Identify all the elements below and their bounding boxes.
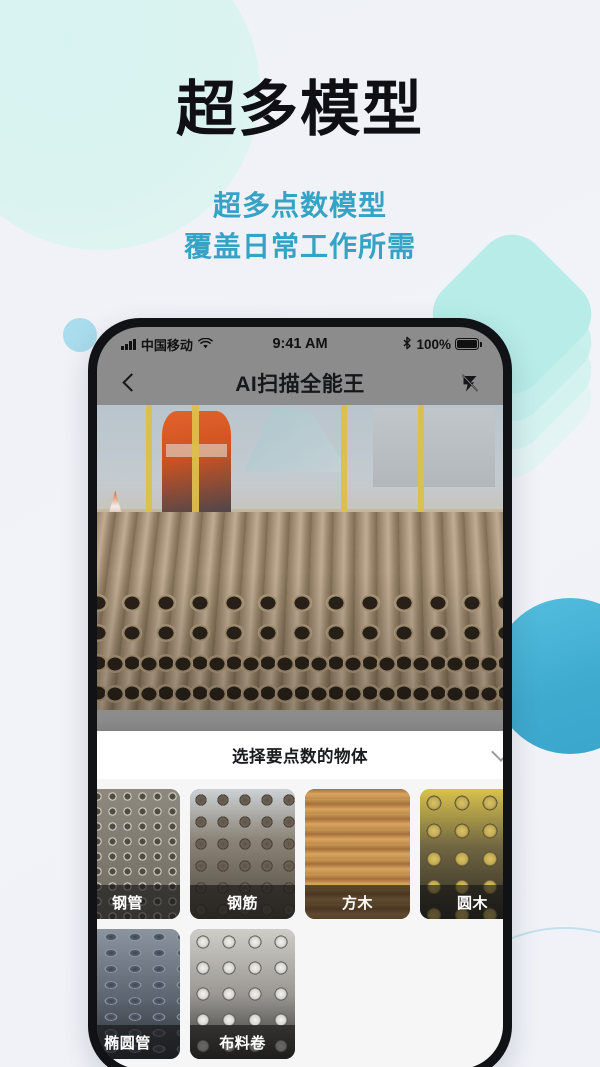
page-subtitle: 超多点数模型 覆盖日常工作所需 bbox=[0, 186, 600, 267]
page-subtitle-line-1: 超多点数模型 bbox=[212, 190, 387, 221]
object-label: 圆木 bbox=[420, 885, 503, 919]
promo-screenshot: 超多模型 超多点数模型 覆盖日常工作所需 中国移动 9:41 AM 100% A… bbox=[0, 0, 600, 1067]
object-label: 钢管 bbox=[97, 885, 180, 919]
app-nav-bar: AI扫描全能王 bbox=[97, 361, 503, 405]
object-label: 方木 bbox=[305, 885, 410, 919]
battery-full-icon bbox=[455, 338, 482, 350]
object-card-fangmu[interactable]: 方木 bbox=[305, 789, 410, 919]
object-card-buliaojuan[interactable]: 布料卷 bbox=[190, 929, 295, 1059]
status-bar-left: 中国移动 bbox=[121, 335, 213, 354]
object-label: 布料卷 bbox=[190, 1025, 295, 1059]
wifi-icon bbox=[198, 337, 213, 352]
status-bar: 中国移动 9:41 AM 100% bbox=[97, 327, 503, 361]
status-bar-right: 100% bbox=[402, 336, 482, 353]
object-card-gangguan[interactable]: 钢管 bbox=[97, 789, 180, 919]
back-chevron-icon[interactable] bbox=[117, 370, 143, 396]
flash-off-icon[interactable] bbox=[457, 370, 483, 396]
sheet-header: 选择要点数的物体 bbox=[97, 731, 503, 779]
page-title: 超多模型 bbox=[176, 76, 424, 143]
chevron-down-icon[interactable] bbox=[493, 745, 503, 761]
signal-bars-icon bbox=[121, 338, 136, 350]
battery-percent-label: 100% bbox=[416, 336, 451, 352]
object-card-tuoyuanguan[interactable]: 椭圆管 bbox=[97, 929, 180, 1059]
photo-vignette bbox=[97, 405, 503, 710]
camera-viewfinder bbox=[97, 405, 503, 710]
object-label: 钢筋 bbox=[190, 885, 295, 919]
bluetooth-icon bbox=[402, 336, 412, 353]
sheet-title: 选择要点数的物体 bbox=[232, 748, 368, 766]
decor-blue-dot bbox=[63, 318, 97, 352]
page-subtitle-line-2: 覆盖日常工作所需 bbox=[183, 230, 416, 262]
phone-screen: 中国移动 9:41 AM 100% AI扫描全能王 选择要点数的物体 钢管 钢筋… bbox=[97, 327, 503, 1067]
object-card-yuanmu[interactable]: 圆木 bbox=[420, 789, 503, 919]
carrier-label: 中国移动 bbox=[140, 337, 193, 353]
phone-mockup: 中国移动 9:41 AM 100% AI扫描全能王 选择要点数的物体 钢管 钢筋… bbox=[88, 318, 512, 1067]
object-picker-sheet: 选择要点数的物体 钢管 钢筋 方木 圆木 椭圆管 布料卷 bbox=[97, 731, 503, 1067]
object-grid: 钢管 钢筋 方木 圆木 椭圆管 布料卷 bbox=[97, 779, 503, 1067]
app-title: AI扫描全能王 bbox=[235, 373, 365, 396]
object-card-gangjin[interactable]: 钢筋 bbox=[190, 789, 295, 919]
object-label: 椭圆管 bbox=[97, 1025, 180, 1059]
